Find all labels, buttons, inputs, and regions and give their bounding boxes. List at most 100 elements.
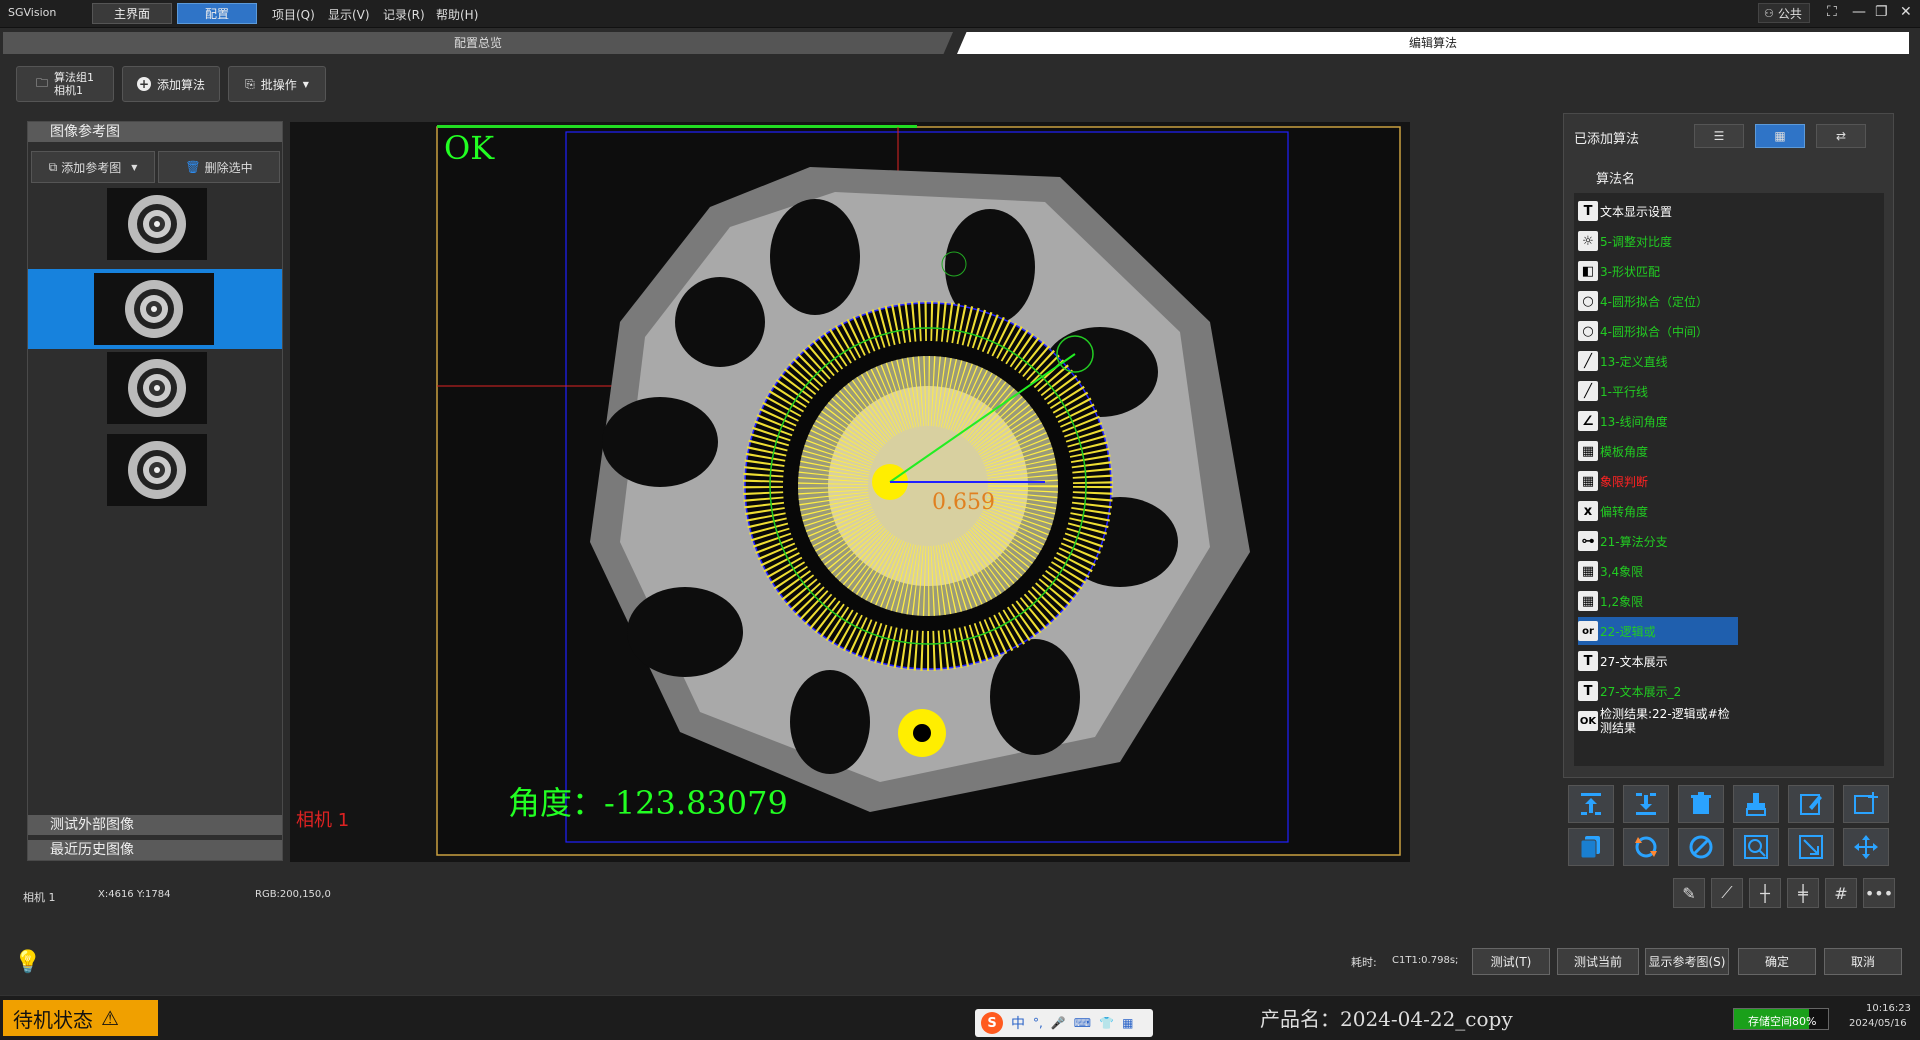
algo-label: 22-逻辑或 <box>1600 624 1656 639</box>
test-current-button[interactable]: 测试当前 <box>1557 948 1639 975</box>
move-button[interactable] <box>1843 828 1889 866</box>
pen-tool-button[interactable]: ✎ <box>1673 878 1705 908</box>
line-tool-button[interactable]: ⟋ <box>1711 878 1743 908</box>
camera-overlay-label: 相机 1 <box>296 810 350 831</box>
algo-group-button[interactable]: 🗀 算法组1 相机1 <box>16 66 114 102</box>
algo-list-item[interactable]: ∠ 13-线间角度 <box>1578 407 1668 435</box>
more-button[interactable]: ••• <box>1863 878 1895 908</box>
clear-button[interactable] <box>1733 785 1779 823</box>
chevron-down-icon: ▼ <box>302 79 309 89</box>
menu-project[interactable]: 项目(Q) <box>272 6 315 23</box>
camera-label: 相机1 <box>54 84 83 97</box>
storage-label: 存储空间80% <box>1748 1015 1817 1028</box>
crosshair-button[interactable]: ┼ <box>1749 878 1781 908</box>
thumbnail-4[interactable] <box>107 434 207 506</box>
delete-selected-button[interactable]: 🗑 删除选中 <box>158 151 280 183</box>
add-window-icon <box>1854 792 1878 814</box>
algo-list-item[interactable]: ▦ 象限判断 <box>1578 467 1648 495</box>
grid-view-button[interactable]: ▦ <box>1755 124 1805 148</box>
user-button[interactable]: ⚇ 公共 <box>1758 3 1810 23</box>
apps-icon: ▦ <box>1122 1016 1134 1030</box>
menu-record[interactable]: 记录(R) <box>383 6 425 23</box>
thumbnail-3[interactable] <box>107 352 207 424</box>
fullscreen-icon[interactable]: ⛶ <box>1827 4 1837 20</box>
image-viewer[interactable]: OK 角度：-123.83079 相机 1 0.659 <box>290 122 1410 862</box>
confirm-button[interactable]: 确定 <box>1738 948 1816 975</box>
resize-button[interactable] <box>1788 828 1834 866</box>
algo-list-item[interactable]: ⊶ 21-算法分支 <box>1578 527 1668 555</box>
cancel-button[interactable]: 取消 <box>1824 948 1902 975</box>
list-view-button[interactable]: ☰ <box>1694 124 1744 148</box>
algo-list-item[interactable]: ☼ 5-调整对比度 <box>1578 227 1672 255</box>
algo-list-item[interactable]: ▦ 3,4象限 <box>1578 557 1643 585</box>
skin-icon: 👕 <box>1099 1016 1115 1030</box>
delete-algo-button[interactable] <box>1678 785 1724 823</box>
algo-group-label: 算法组1 <box>54 71 94 84</box>
tab-edit-algo[interactable]: 编辑算法 <box>957 32 1909 54</box>
close-icon[interactable]: ✕ <box>1900 4 1912 20</box>
algo-list-item[interactable]: ▦ 模板角度 <box>1578 437 1648 465</box>
restore-icon[interactable]: ❐ <box>1875 4 1888 20</box>
zoom-icon <box>1744 835 1768 859</box>
algo-list-item[interactable]: ○ 4-圆形拟合（中间） <box>1578 317 1708 345</box>
batch-icon: ⎘ <box>245 76 255 91</box>
algo-label: 5-调整对比度 <box>1600 234 1672 249</box>
ime-toolbar[interactable]: S 中 °, 🎤 ⌨ 👕 ▦ <box>975 1009 1153 1037</box>
algo-list-item[interactable]: or 22-逻辑或 <box>1578 617 1738 645</box>
algo-label: 1,2象限 <box>1600 594 1644 609</box>
test-external-image[interactable]: 测试外部图像 <box>28 815 282 835</box>
move-to-top-button[interactable] <box>1568 785 1614 823</box>
test-button[interactable]: 测试(T) <box>1472 948 1550 975</box>
algo-list-item[interactable]: ╱ 13-定义直线 <box>1578 347 1668 375</box>
title-bar: SGVision 主界面 配置 项目(Q) 显示(V) 记录(R) 帮助(H) … <box>0 0 1920 28</box>
copy-button[interactable] <box>1568 828 1614 866</box>
zoom-fit-button[interactable] <box>1733 828 1779 866</box>
show-ref-button[interactable]: 显示参考图(S) <box>1645 948 1729 975</box>
recent-history-image[interactable]: 最近历史图像 <box>28 840 282 860</box>
algo-list-item[interactable]: ○ 4-圆形拟合（定位） <box>1578 287 1708 315</box>
add-ref-button[interactable]: ⧉ 添加参考图 ▼ <box>31 151 155 183</box>
angle-result-text: 角度：-123.83079 <box>508 784 788 822</box>
algo-list-item[interactable]: T 27-文本展示 <box>1578 647 1668 675</box>
disable-button[interactable] <box>1678 828 1724 866</box>
algo-list-item[interactable]: ◧ 3-形状匹配 <box>1578 257 1660 285</box>
refresh-button[interactable] <box>1623 828 1669 866</box>
batch-button[interactable]: ⎘ 批操作 ▼ <box>228 66 326 102</box>
menu-display[interactable]: 显示(V) <box>328 6 370 23</box>
add-algo-button[interactable]: + 添加算法 <box>122 66 220 102</box>
flow-view-button[interactable]: ⇄ <box>1816 124 1866 148</box>
user-icon: ⚇ <box>1764 6 1774 20</box>
thumbnail-2[interactable] <box>94 273 214 345</box>
coord-xy: X:4616 Y:1784 <box>98 889 171 900</box>
algo-list-item[interactable]: ╱ 1-平行线 <box>1578 377 1648 405</box>
time-value: C1T1:0.798s; <box>1392 955 1459 966</box>
lightbulb-icon[interactable]: 💡 <box>14 950 41 975</box>
algo-label: 4-圆形拟合（中间） <box>1600 324 1708 339</box>
edit-button[interactable] <box>1788 785 1834 823</box>
crosshair-plus-button[interactable]: ╪ <box>1787 878 1819 908</box>
thumbnail-1[interactable] <box>107 188 207 260</box>
algo-list-item[interactable]: ▦ 1,2象限 <box>1578 587 1643 615</box>
algo-list-item[interactable]: x 偏转角度 <box>1578 497 1648 525</box>
storage-meter: 存储空间80% <box>1733 1008 1829 1030</box>
algo-list-item[interactable]: T 27-文本展示_2 <box>1578 677 1681 705</box>
line-icon: ⟋ <box>1721 883 1733 902</box>
main-view-button[interactable]: 主界面 <box>92 3 172 24</box>
ok-result-text: OK <box>444 129 495 167</box>
move-icon <box>1854 835 1878 859</box>
add-new-button[interactable] <box>1843 785 1889 823</box>
microphone-icon: 🎤 <box>1050 1016 1066 1030</box>
algo-type-icon: ○ <box>1578 321 1598 341</box>
algo-label: 3-形状匹配 <box>1600 264 1660 279</box>
algo-list-item[interactable]: OK 检测结果:22-逻辑或#检测结果 <box>1578 707 1735 735</box>
minimize-icon[interactable]: — <box>1852 4 1866 20</box>
config-button[interactable]: 配置 <box>177 3 257 24</box>
clock-time: 10:16:23 <box>1866 1003 1911 1014</box>
menu-help[interactable]: 帮助(H) <box>436 6 478 23</box>
tab-overview[interactable]: 配置总览 <box>3 32 953 54</box>
edit-icon <box>1800 794 1822 815</box>
algo-list-item[interactable]: T 文本显示设置 <box>1578 197 1672 225</box>
thumbnail-selected-row[interactable] <box>28 269 282 349</box>
move-to-bottom-button[interactable] <box>1623 785 1669 823</box>
grid-overlay-button[interactable]: # <box>1825 878 1857 908</box>
